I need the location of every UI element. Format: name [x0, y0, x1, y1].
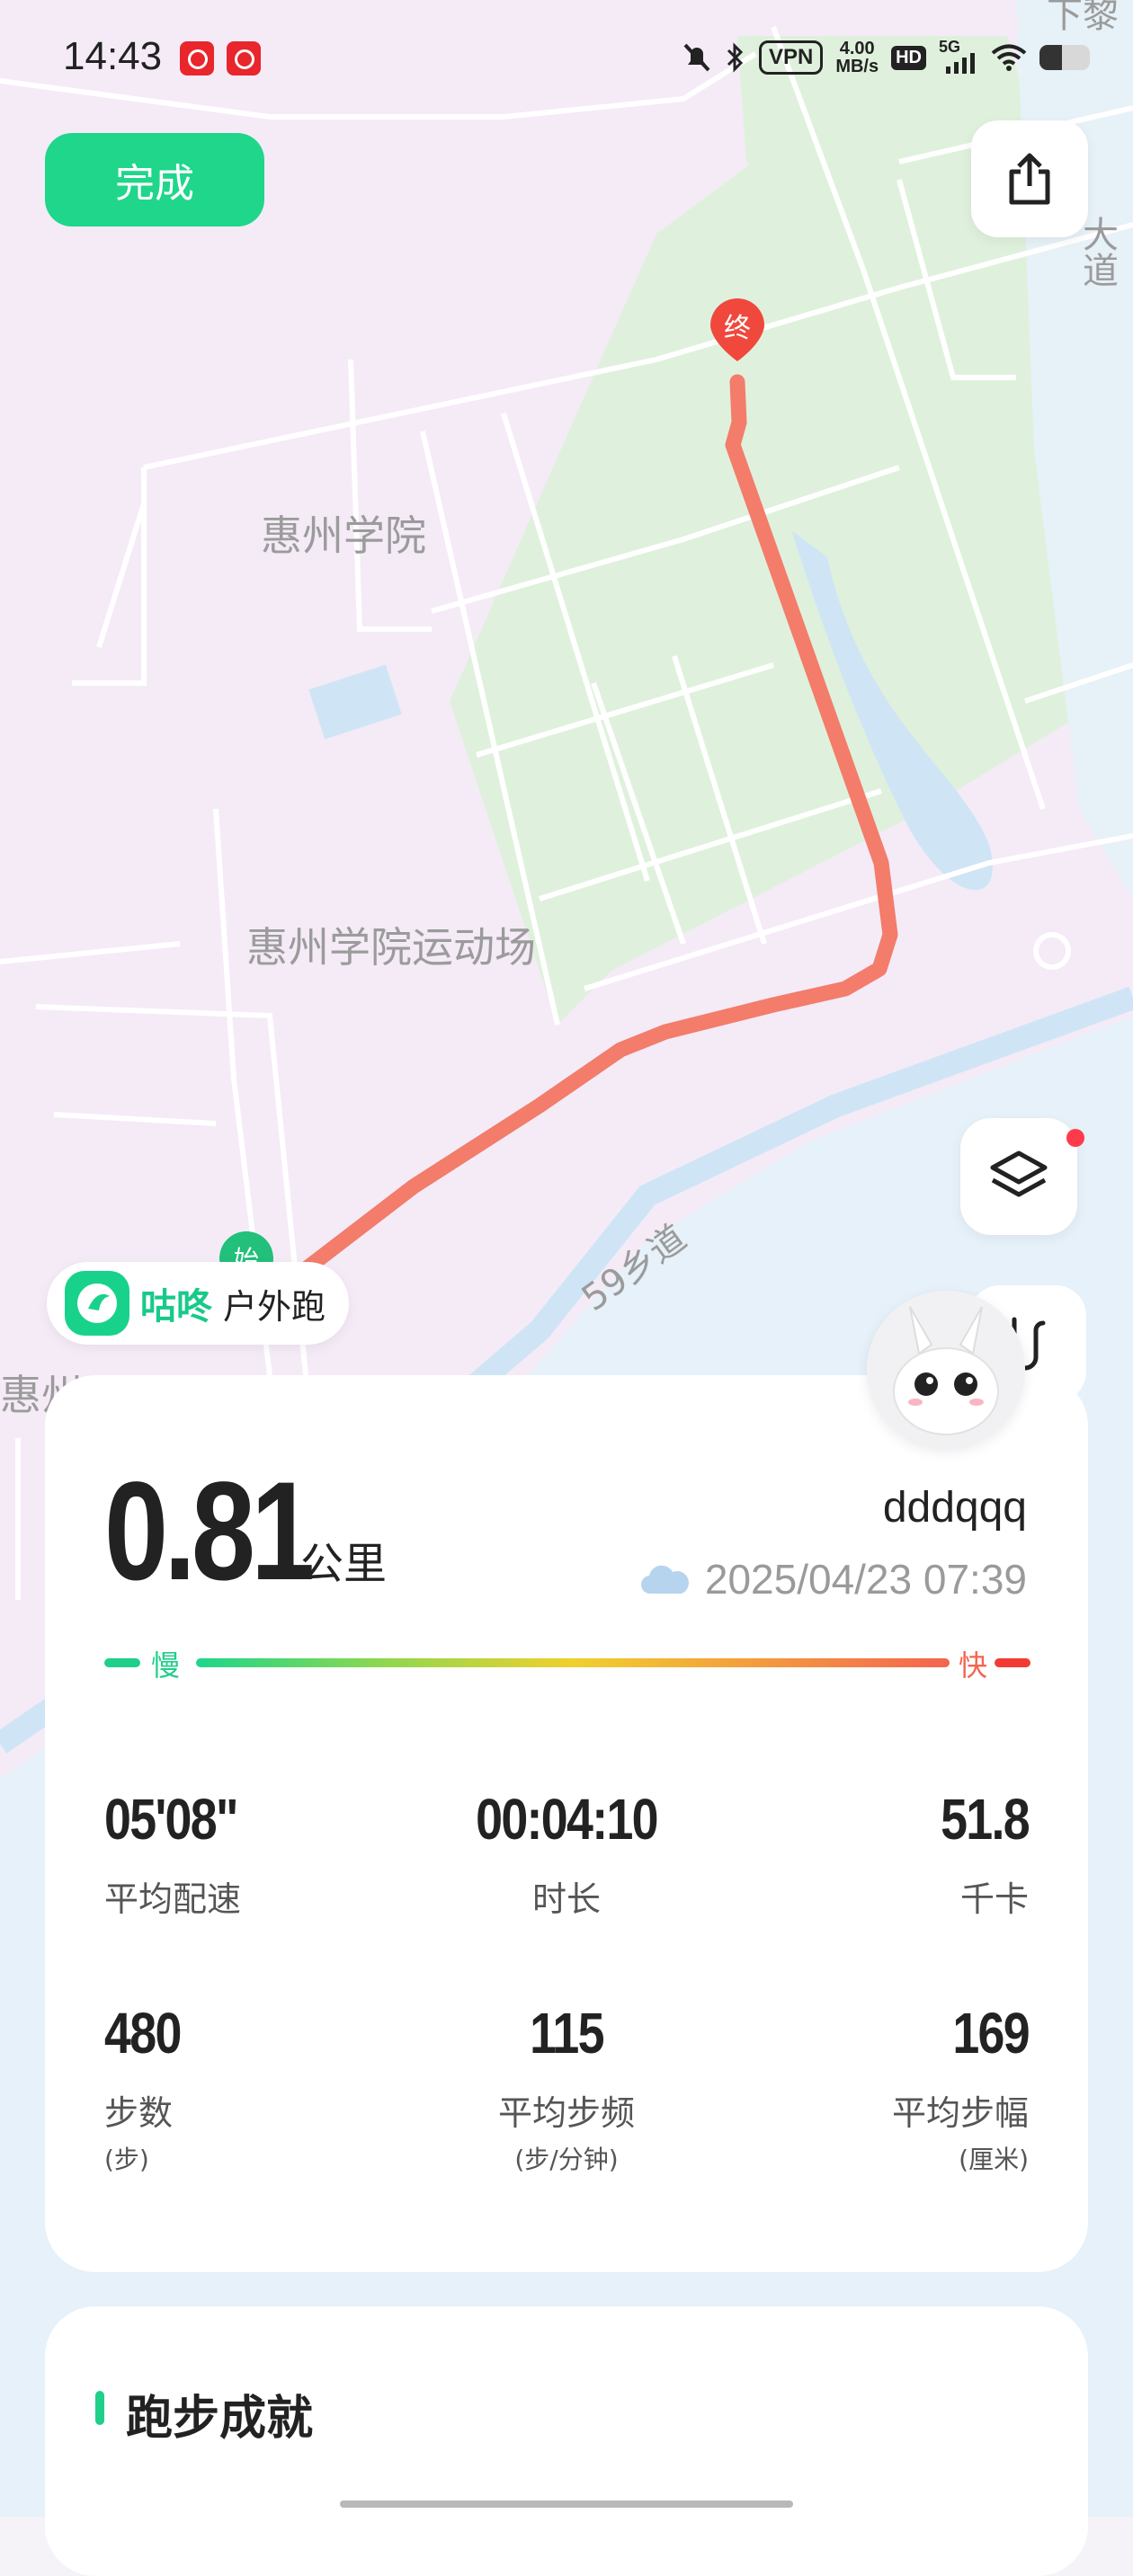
stat-value: 480 [104, 2001, 182, 2065]
hd-badge: HD [891, 45, 926, 70]
stat-steps: 480 步数 (步) [104, 2004, 428, 2176]
stat-duration: 00:04:10 时长 [405, 1790, 728, 1921]
network-speed: 4.00 MB/s [835, 40, 879, 76]
network-speed-unit: MB/s [835, 57, 879, 76]
stat-stride: 169 平均步幅 (厘米) [705, 2001, 1030, 2176]
datetime-text: 2025/04/23 07:39 [704, 1556, 1027, 1603]
netease-music-icon [180, 41, 214, 76]
vpn-badge: VPN [758, 40, 824, 75]
map-layers-button[interactable] [960, 1118, 1077, 1235]
stat-label: 平均步幅 [891, 2093, 1029, 2133]
stat-value: 05'08" [104, 1787, 238, 1852]
section-accent-bar [95, 2391, 104, 2425]
battery-icon [1039, 45, 1090, 70]
status-icons: VPN 4.00 MB/s HD 5G [682, 38, 1090, 76]
home-indicator[interactable] [340, 2500, 793, 2508]
stat-calories: 51.8 千卡 [705, 1787, 1030, 1921]
codoon-logo-icon [65, 1271, 129, 1336]
username: dddqqq [882, 1484, 1027, 1532]
status-bar: 14:43 VPN 4.00 MB/s HD 5G [0, 0, 1133, 117]
stat-unit: (步/分钟) [514, 2145, 619, 2174]
bunny-avatar-icon [867, 1291, 1025, 1449]
stat-value: 51.8 [941, 1787, 1030, 1852]
app-brand-badge: 咕咚 户外跑 [47, 1262, 350, 1345]
share-button[interactable] [971, 120, 1088, 237]
pace-gradient-bar [196, 1658, 950, 1667]
stat-cadence: 115 平均步频 (步/分钟) [405, 2004, 728, 2176]
bluetooth-icon [727, 42, 744, 73]
map-label-stadium: 惠州学院运动场 [246, 923, 536, 972]
end-marker-label: 终 [724, 313, 751, 344]
network-speed-value: 4.00 [839, 39, 875, 58]
stat-label: 千卡 [959, 1879, 1029, 1919]
achievements-title: 跑步成就 [126, 2392, 314, 2446]
cloudy-weather-icon [640, 1565, 689, 1594]
signal-label: 5G [939, 38, 961, 56]
brand-name: 咕咚 [140, 1286, 212, 1328]
stat-label: 平均步频 [497, 2093, 635, 2133]
running-achievements-card[interactable]: 跑步成就 [45, 2306, 1088, 2576]
status-time: 14:43 [63, 34, 163, 78]
stat-unit: (厘米) [959, 2145, 1029, 2174]
avatar[interactable] [867, 1291, 1025, 1449]
slow-pace-tick [104, 1658, 140, 1667]
stat-label: 平均配速 [104, 1879, 242, 1919]
stat-value: 169 [952, 2001, 1030, 2065]
netease-music-icon [227, 41, 261, 76]
stat-value: 115 [530, 2001, 604, 2065]
run-summary-card: 0.81 公里 dddqqq 2025/04/23 07:39 慢 快 05'0… [45, 1375, 1088, 2272]
notification-dot [1066, 1129, 1084, 1147]
share-icon [1009, 153, 1050, 205]
map-label-school: 惠州学院 [261, 511, 426, 560]
wifi-icon [991, 44, 1027, 71]
stat-label: 时长 [531, 1879, 601, 1919]
distance-value: 0.81 [104, 1453, 315, 1610]
run-datetime: 2025/04/23 07:39 [638, 1555, 1027, 1603]
stat-label: 步数 [104, 2093, 174, 2133]
fast-pace-tick [995, 1658, 1030, 1667]
pace-slow-label: 慢 [151, 1648, 181, 1683]
mute-bell-icon [683, 43, 710, 72]
cellular-signal-icon: 5G [939, 38, 978, 74]
stat-unit: (步) [104, 2145, 149, 2174]
distance-unit: 公里 [300, 1539, 388, 1589]
stat-avg-pace: 05'08" 平均配速 [104, 1790, 428, 1921]
pace-legend: 慢 快 [104, 1643, 1030, 1683]
layers-icon [990, 1150, 1048, 1197]
activity-type: 户外跑 [223, 1286, 326, 1327]
pace-fast-label: 快 [959, 1648, 988, 1683]
done-button[interactable]: 完成 [45, 133, 264, 227]
stat-value: 00:04:10 [476, 1787, 658, 1852]
